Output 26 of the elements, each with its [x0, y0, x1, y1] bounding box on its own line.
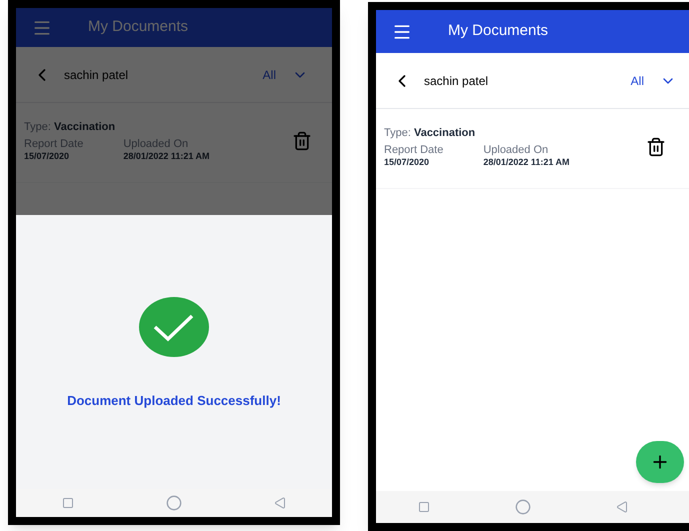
- field-label: Uploaded On: [123, 138, 190, 152]
- back-nav-icon[interactable]: [616, 501, 628, 513]
- screen-title: My Documents: [88, 17, 188, 38]
- field-label: Report Date: [24, 138, 84, 152]
- check-circle-icon: [139, 297, 209, 357]
- success-message: Document Uploaded Successfully!: [67, 392, 281, 410]
- document-type: Type: Vaccination: [384, 126, 476, 141]
- delete-icon[interactable]: [646, 137, 666, 157]
- report-date: 15/07/2020: [24, 151, 70, 162]
- uploaded-date: 28/01/2022 11:21 AM: [123, 151, 210, 162]
- add-button[interactable]: [636, 441, 684, 483]
- recent-apps-icon[interactable]: [62, 497, 74, 509]
- field-label: Report Date: [384, 144, 444, 158]
- back-nav-icon[interactable]: [274, 497, 286, 509]
- patient-name: sachin patel: [424, 72, 490, 90]
- uploaded-date: 28/01/2022 11:21 AM: [483, 157, 570, 168]
- document-type: Type: Vaccination: [24, 120, 116, 135]
- recent-apps-icon[interactable]: [418, 501, 430, 513]
- home-icon[interactable]: [166, 495, 182, 511]
- document-card[interactable]: Type: Vaccination Report Date 15/07/2020 Uploaded On 28/01/2022 11:21 AM: [376, 109, 689, 189]
- home-icon[interactable]: [514, 499, 531, 515]
- filter-dropdown[interactable]: All: [630, 72, 676, 90]
- screen-title: My Documents: [448, 21, 548, 42]
- field-label: Uploaded On: [483, 144, 550, 158]
- report-date: 15/07/2020: [384, 157, 430, 168]
- patient-name: sachin patel: [64, 66, 130, 84]
